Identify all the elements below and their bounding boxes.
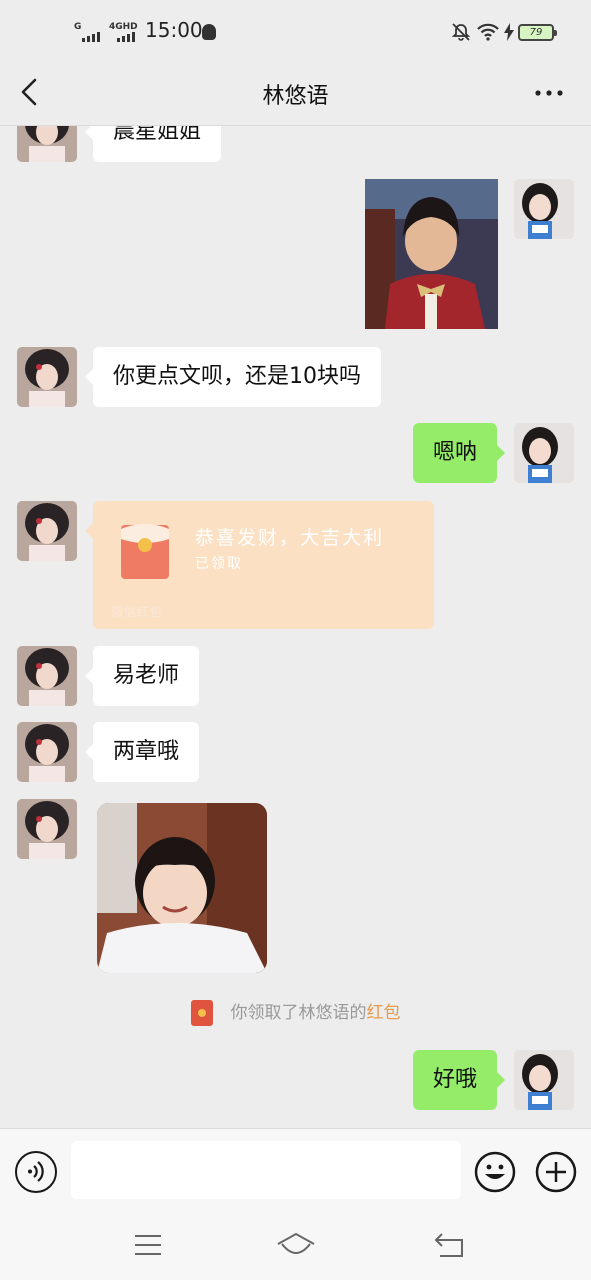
contact-avatar[interactable]: [17, 126, 77, 162]
girl-photo-message[interactable]: [97, 803, 267, 973]
contact-avatar[interactable]: [17, 799, 77, 859]
voice-icon: [28, 1161, 44, 1182]
menu-icon[interactable]: [128, 1230, 168, 1260]
red-packet-status: 已领取: [195, 556, 243, 572]
contact-avatar[interactable]: [17, 347, 77, 407]
chat-title: 林悠语: [262, 84, 329, 109]
red-packet-small-icon: [190, 1000, 213, 1026]
message-bubble[interactable]: 你更点文呗，还是10块吗: [85, 347, 381, 407]
message-bubble[interactable]: 晨星姐姐: [84, 126, 222, 162]
my-avatar[interactable]: [514, 423, 574, 483]
mute-bell-icon: [451, 23, 471, 41]
signal-1-label: G: [74, 22, 82, 32]
message-text: 晨星姐姐: [113, 126, 202, 144]
message-list[interactable]: 晨星姐姐 你更点文呗，还是10块吗 嗯呐 恭喜发财，大吉大利 已领取 微信红包 …: [0, 126, 591, 1128]
message-bubble-sent[interactable]: 好哦: [413, 1050, 506, 1110]
red-packet-title: 恭喜发财，大吉大利: [195, 527, 385, 549]
red-packet-message[interactable]: 恭喜发财，大吉大利 已领取 微信红包: [85, 501, 434, 629]
more-options-icon[interactable]: [530, 78, 570, 108]
contact-avatar[interactable]: [17, 722, 77, 782]
chat-header: 林悠语: [0, 60, 591, 126]
status-time: 15:00: [145, 18, 203, 42]
system-notice: 你领取了林悠语的红包: [0, 998, 591, 1026]
home-icon[interactable]: [276, 1230, 316, 1260]
message-bubble[interactable]: 两章哦: [84, 722, 200, 782]
qq-notification-icon: [202, 24, 216, 40]
notice-text: 你领取了林悠语的: [230, 1003, 367, 1023]
system-navigation-bar: [0, 1212, 591, 1280]
boy-photo-message[interactable]: [365, 179, 498, 329]
message-input[interactable]: [71, 1141, 461, 1199]
message-text: 两章哦: [113, 739, 180, 764]
voice-input-button[interactable]: [15, 1151, 57, 1193]
message-text: 易老师: [113, 663, 180, 688]
message-text: 好哦: [433, 1067, 478, 1092]
charging-bolt-icon: [504, 23, 514, 41]
red-packet-icon: [121, 524, 169, 579]
emoji-icon[interactable]: [474, 1151, 516, 1193]
battery-indicator: 79: [518, 24, 557, 41]
my-avatar[interactable]: [514, 1050, 574, 1110]
signal-1-icon: [82, 28, 100, 42]
message-text: 嗯呐: [433, 440, 478, 465]
status-bar: G 4GHD 15:00 79: [0, 0, 591, 60]
wifi-icon: [477, 23, 499, 41]
contact-avatar[interactable]: [17, 646, 77, 706]
contact-avatar[interactable]: [17, 501, 77, 561]
red-packet-label: 微信红包: [111, 605, 164, 619]
my-avatar[interactable]: [514, 179, 574, 239]
signal-2-icon: [117, 28, 135, 42]
plus-icon[interactable]: [535, 1151, 577, 1193]
message-bubble-sent[interactable]: 嗯呐: [413, 423, 506, 483]
input-bar: [0, 1128, 591, 1212]
back-nav-icon[interactable]: [430, 1230, 470, 1260]
red-packet-link[interactable]: 红包: [367, 1003, 401, 1023]
message-bubble[interactable]: 易老师: [84, 646, 200, 706]
message-text: 你更点文呗，还是10块吗: [113, 364, 361, 389]
